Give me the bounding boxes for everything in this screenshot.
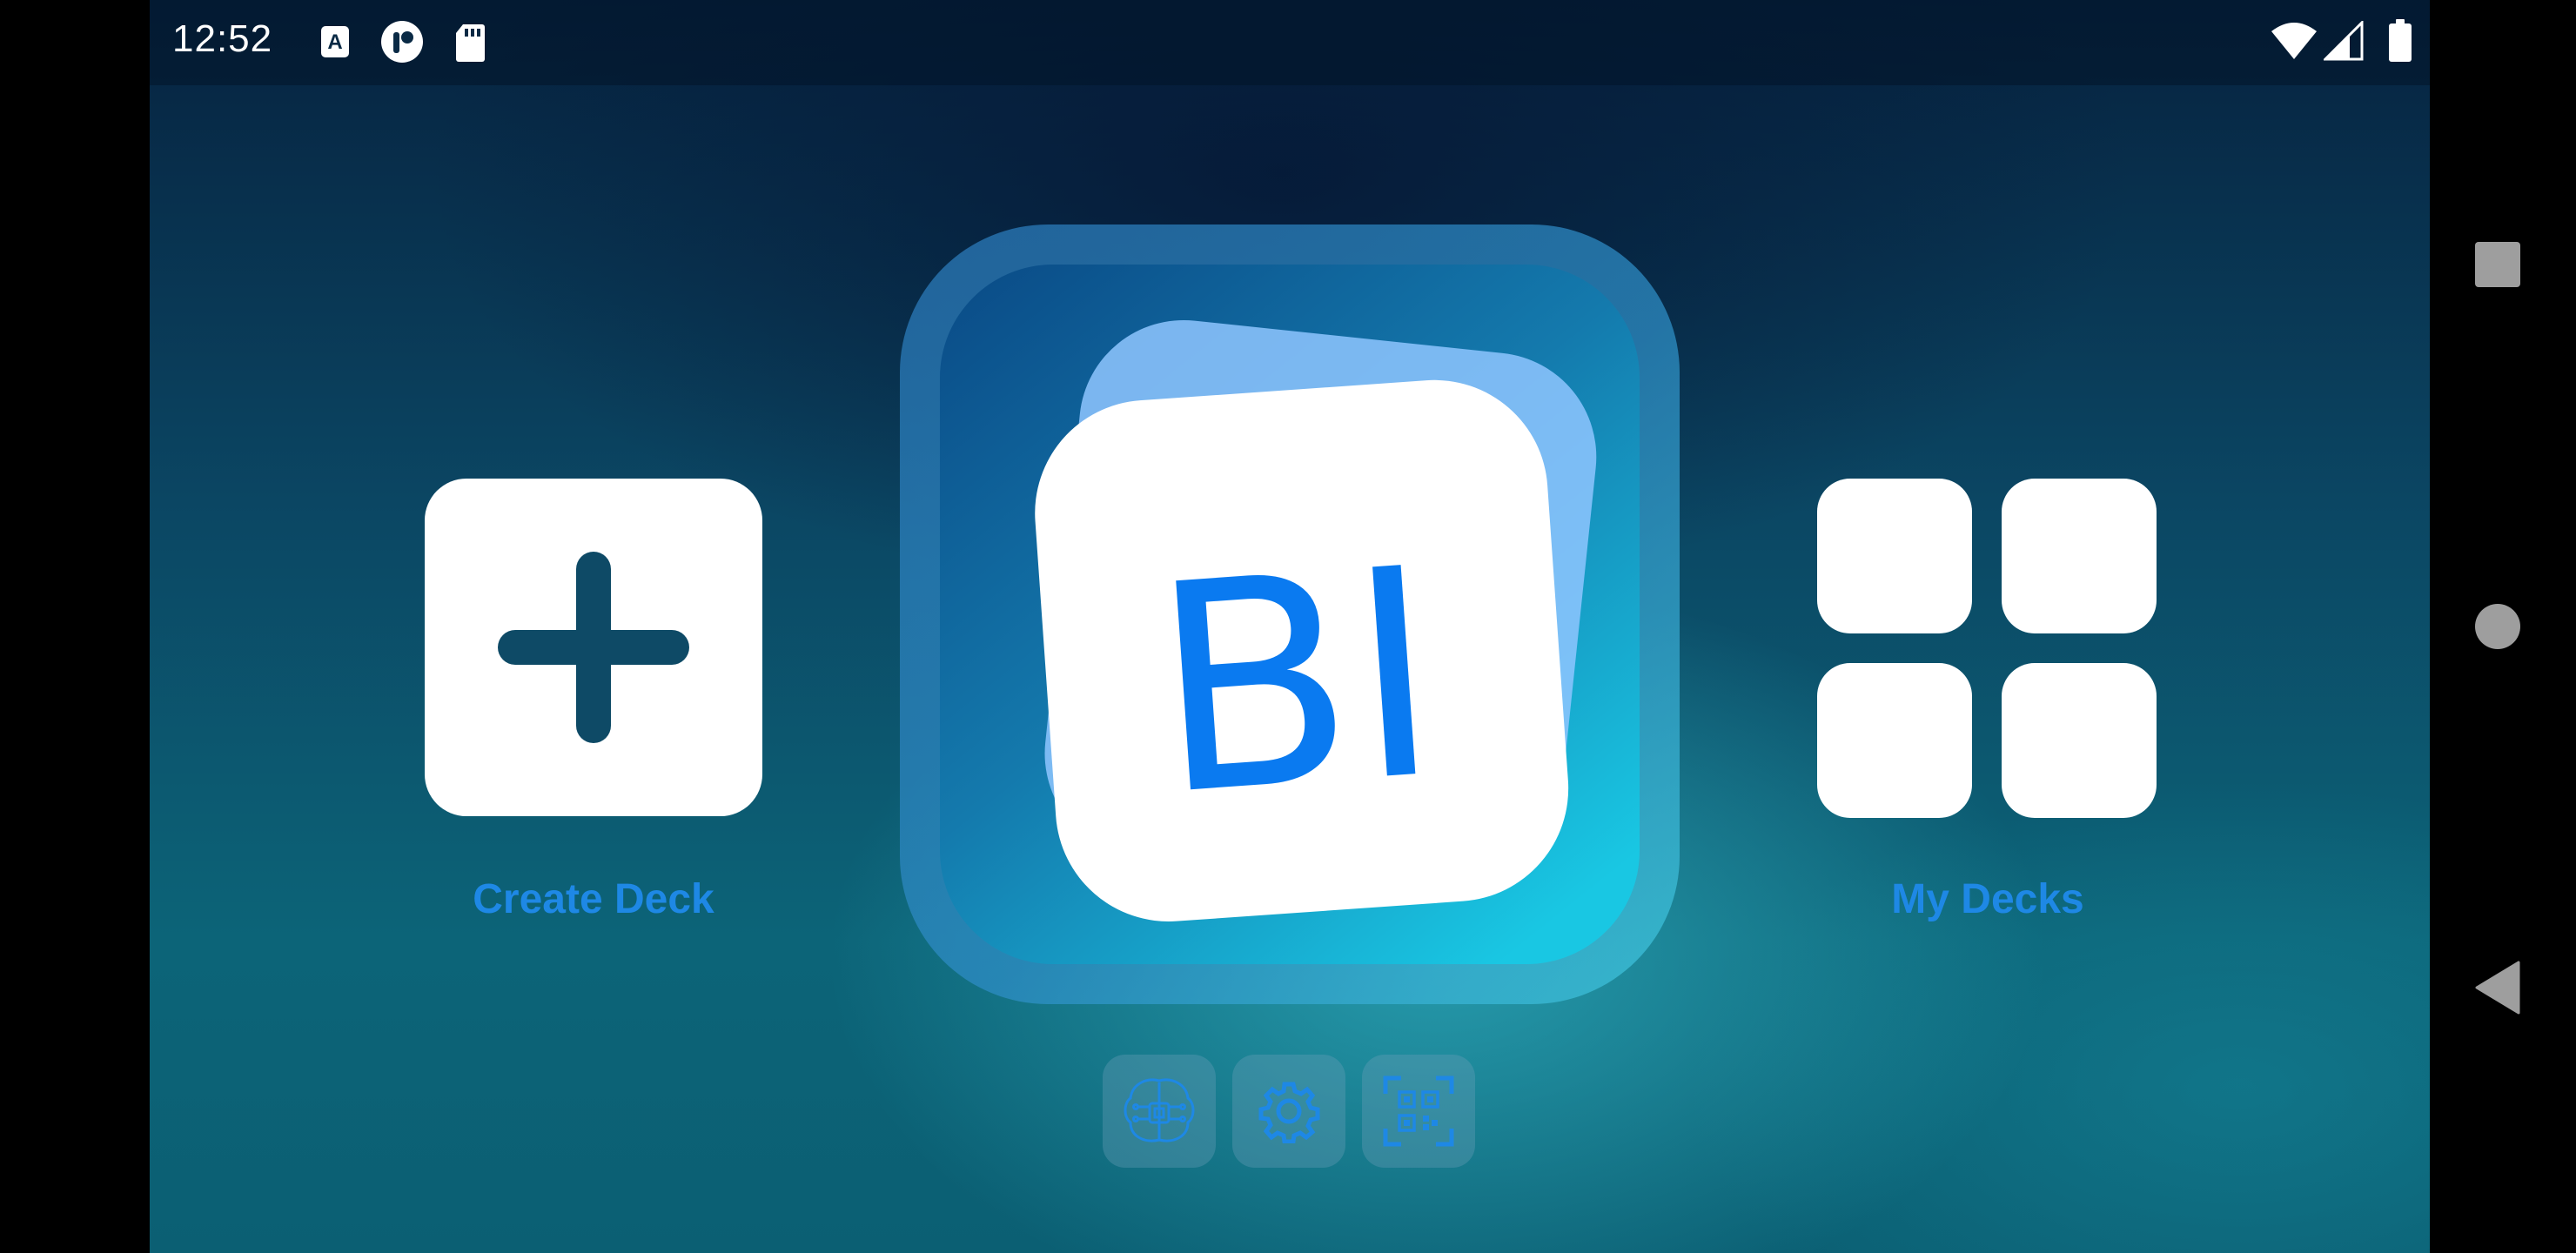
signal-icon <box>2322 19 2364 64</box>
qr-scan-button[interactable] <box>1362 1055 1475 1168</box>
grid-icon <box>1817 479 2157 818</box>
home-button[interactable] <box>2473 602 2522 654</box>
brain-chip-icon <box>1124 1078 1195 1142</box>
logo-text: BI <box>1144 506 1448 860</box>
my-decks-button[interactable] <box>1817 479 2158 820</box>
settings-button[interactable] <box>1232 1055 1345 1168</box>
back-triangle-icon <box>2475 961 2520 1015</box>
svg-text:A: A <box>327 30 342 54</box>
status-time: 12:52 <box>172 17 273 60</box>
ai-brain-button[interactable] <box>1103 1055 1216 1168</box>
app-logo: BI <box>900 224 1680 1004</box>
wifi-icon <box>2270 21 2318 64</box>
create-deck-button[interactable] <box>425 479 762 816</box>
home-screen: 12:52 A Create Deck BI My Decks <box>150 0 2430 1253</box>
sd-card-icon <box>454 23 486 66</box>
plus-icon <box>498 552 689 743</box>
gear-icon <box>1258 1082 1320 1143</box>
back-button[interactable] <box>2473 961 2522 1018</box>
battery-icon <box>2388 19 2412 66</box>
create-deck-label[interactable]: Create Deck <box>376 875 811 923</box>
app-badge-icon <box>379 19 425 68</box>
recents-square-icon <box>2475 242 2520 287</box>
qr-scan-icon <box>1383 1075 1454 1147</box>
text-a-icon: A <box>320 23 350 64</box>
recents-button[interactable] <box>2473 240 2522 292</box>
status-bar: 12:52 A <box>150 0 2430 85</box>
home-circle-icon <box>2475 604 2520 649</box>
my-decks-label[interactable]: My Decks <box>1770 875 2205 923</box>
